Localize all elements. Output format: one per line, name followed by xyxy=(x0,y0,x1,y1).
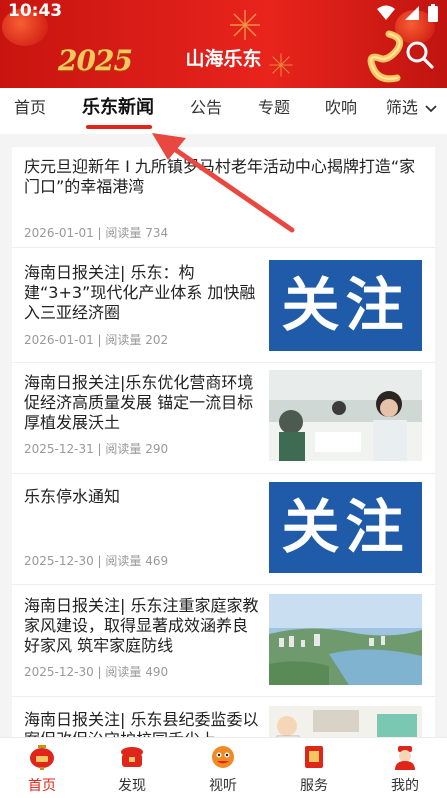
article-meta: 2026-01-01 | 阅读量 202 xyxy=(24,333,169,347)
article-title: 庆元旦迎新年 I 九所镇罗马村老年活动中心揭牌打造“家门口”的幸福港湾 xyxy=(24,157,416,196)
app-screen: 10:43 2025 山海乐东 首页 乐东新闻 公告 专题 吹响 筛选 庆元旦迎… xyxy=(0,0,447,798)
chevron-down-icon xyxy=(425,104,437,112)
snake-decoration xyxy=(367,30,404,83)
article-thumbnail: 关注 xyxy=(269,482,422,573)
tab-announcements[interactable]: 公告 xyxy=(190,88,222,128)
nav-profile[interactable]: 我的 xyxy=(375,744,435,795)
article-item[interactable]: 海南日报关注| 乐东注重家庭家教家风建设，取得显著成效涵养良好家风 筑牢家庭防线… xyxy=(12,586,435,697)
fortune-card-icon xyxy=(305,746,323,768)
nav-services[interactable]: 服务 xyxy=(284,744,344,795)
status-icons xyxy=(377,4,439,22)
article-meta: 2025-12-31 | 阅读量 290 xyxy=(24,442,169,456)
nav-label: 视听 xyxy=(209,778,237,794)
tab-ledong-news[interactable]: 乐东新闻 xyxy=(82,88,154,128)
article-title: 海南日报关注| 乐东注重家庭家教家风建设，取得显著成效涵养良好家风 筑牢家庭防线 xyxy=(24,596,259,655)
article-title: 乐东停水通知 xyxy=(24,487,121,506)
tab-chuixiang[interactable]: 吹响 xyxy=(325,88,365,128)
search-icon[interactable] xyxy=(405,40,435,70)
nav-discover[interactable]: 发现 xyxy=(102,744,162,795)
nav-label: 首页 xyxy=(28,778,56,794)
article-item[interactable]: 海南日报关注| 乐东：构建“3+3”现代化产业体系 加快融入三亚经济圈 2026… xyxy=(12,249,435,363)
news-feed[interactable]: 庆元旦迎新年 I 九所镇罗马村老年活动中心揭牌打造“家门口”的幸福港湾 2026… xyxy=(12,147,435,737)
lion-dance-icon xyxy=(212,746,234,768)
tab-home[interactable]: 首页 xyxy=(14,88,46,128)
status-time: 10:43 xyxy=(8,1,63,21)
home-lantern-icon xyxy=(30,745,54,770)
article-title: 海南日报关注| 乐东县纪委监委以案促改促治守护校园舌尖上 xyxy=(24,710,259,737)
article-meta: 2025-12-30 | 阅读量 469 xyxy=(24,554,169,568)
article-thumbnail xyxy=(269,706,422,737)
nav-audio-video[interactable]: 视听 xyxy=(193,744,253,795)
profile-god-of-wealth-icon xyxy=(395,746,415,770)
nav-label: 我的 xyxy=(391,778,419,794)
article-meta: 2025-12-30 | 阅读量 490 xyxy=(24,665,169,679)
article-item[interactable]: 海南日报关注| 乐东县纪委监委以案促改促治守护校园舌尖上 xyxy=(12,698,435,737)
article-thumbnail xyxy=(269,370,422,461)
battery-icon xyxy=(428,4,438,22)
article-meta: 2026-01-01 | 阅读量 734 xyxy=(24,226,169,240)
filter-button[interactable]: 筛选 xyxy=(373,88,437,128)
article-thumbnail xyxy=(269,594,422,685)
article-item[interactable]: 乐东停水通知 2025-12-30 | 阅读量 469 关注 xyxy=(12,475,435,585)
channel-tabs: 首页 乐东新闻 公告 专题 吹响 筛选 xyxy=(0,88,447,134)
active-tab-indicator xyxy=(86,125,152,129)
status-bar: 10:43 xyxy=(0,0,447,26)
article-title: 海南日报关注| 乐东：构建“3+3”现代化产业体系 加快融入三亚经济圈 xyxy=(24,263,256,322)
tab-topics[interactable]: 专题 xyxy=(258,88,290,128)
article-thumbnail: 关注 xyxy=(269,260,422,351)
article-item[interactable]: 海南日报关注|乐东优化营商环境 促经济高质量发展 锚定一流目标 厚植发展沃土 2… xyxy=(12,364,435,474)
wifi-icon xyxy=(377,5,395,20)
discover-icon xyxy=(121,747,143,767)
filter-label: 筛选 xyxy=(385,98,418,117)
nav-label: 发现 xyxy=(118,778,146,794)
nav-home[interactable]: 首页 xyxy=(12,744,72,795)
signal-icon xyxy=(405,6,419,20)
article-title: 海南日报关注|乐东优化营商环境 促经济高质量发展 锚定一流目标 厚植发展沃土 xyxy=(24,373,254,432)
nav-label: 服务 xyxy=(300,778,328,794)
article-item[interactable]: 庆元旦迎新年 I 九所镇罗马村老年活动中心揭牌打造“家门口”的幸福港湾 2026… xyxy=(12,147,435,248)
bottom-navigation: 首页 发现 视听 服务 我的 xyxy=(0,737,447,798)
app-header: 10:43 2025 山海乐东 xyxy=(0,0,447,88)
